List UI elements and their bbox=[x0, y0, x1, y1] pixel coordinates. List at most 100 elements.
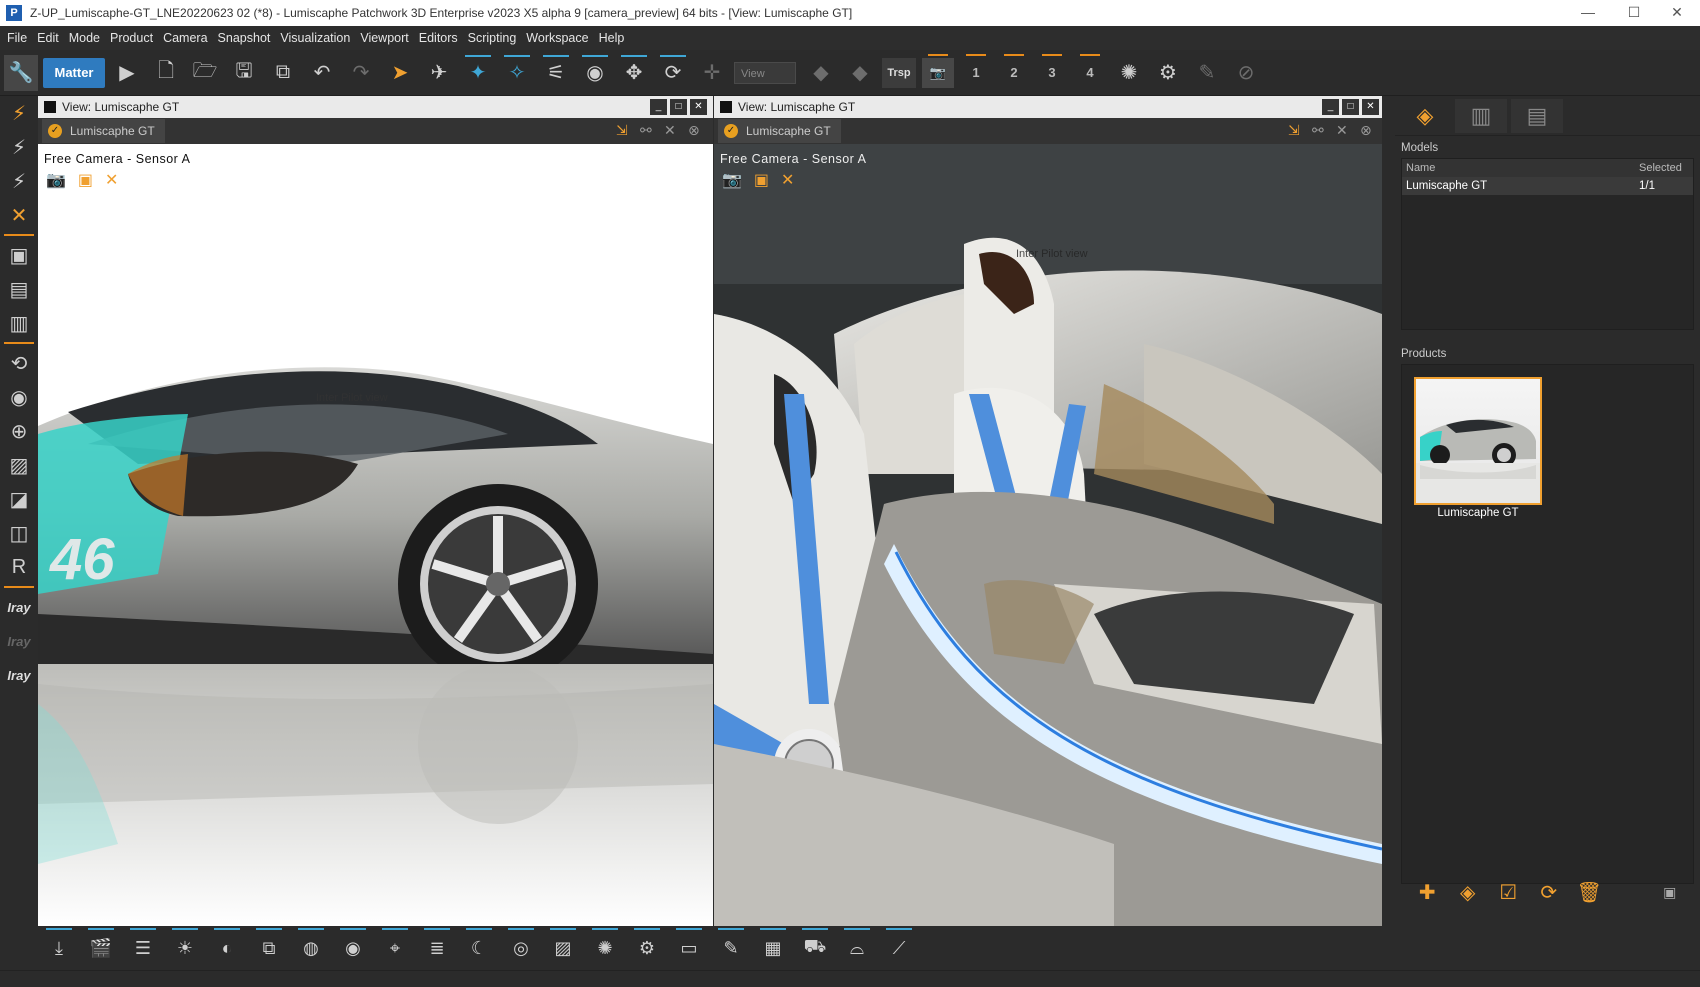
wrench-icon[interactable]: 🔧 bbox=[4, 54, 38, 91]
undo-icon[interactable]: ↶ bbox=[305, 55, 339, 91]
add-variant-icon[interactable]: ◈ bbox=[1452, 877, 1485, 907]
eye-tool-icon[interactable]: ◉ bbox=[578, 54, 612, 91]
apply-product-icon[interactable]: ☑ bbox=[1492, 877, 1525, 907]
new-file-icon[interactable]: 🗋 bbox=[149, 55, 183, 91]
shaping-tool-icon[interactable]: ✦ bbox=[461, 54, 495, 91]
menu-workspace[interactable]: Workspace bbox=[521, 31, 593, 45]
products-tab-icon[interactable]: ◈ bbox=[1399, 98, 1451, 133]
snapshot-slot-2[interactable]: 2 bbox=[998, 53, 1030, 88]
pan-tool-icon[interactable]: ✛ bbox=[695, 55, 729, 91]
box-icon[interactable]: ▣ bbox=[754, 170, 769, 190]
library-tab-icon[interactable]: ▥ bbox=[1455, 98, 1507, 133]
add-product-icon[interactable]: ✚ bbox=[1411, 877, 1444, 907]
close-tab-icon[interactable]: ⊗ bbox=[688, 122, 700, 139]
close-tab-icon[interactable]: ⊗ bbox=[1360, 122, 1372, 139]
viewport-close-button[interactable]: ✕ bbox=[690, 99, 707, 115]
camera-icon[interactable]: 📷 bbox=[46, 170, 66, 190]
catalog-tab-icon[interactable]: ▤ bbox=[1511, 98, 1563, 133]
menu-camera[interactable]: Camera bbox=[158, 31, 212, 45]
matter-mode-button[interactable]: Matter bbox=[43, 57, 105, 88]
redo-icon[interactable]: ↷ bbox=[344, 55, 378, 91]
menu-edit[interactable]: Edit bbox=[32, 31, 64, 45]
link-icon[interactable]: ⚯ bbox=[640, 122, 652, 139]
refresh-icon[interactable]: ⟳ bbox=[1533, 877, 1566, 907]
select-arrow-icon[interactable]: ➤ bbox=[383, 55, 417, 91]
menu-help[interactable]: Help bbox=[594, 31, 630, 45]
tools-cross-icon[interactable]: ✕ bbox=[781, 170, 794, 190]
no-brush-icon[interactable]: ⊘ bbox=[1229, 55, 1263, 91]
moon-icon[interactable]: ☾ bbox=[462, 928, 496, 965]
delete-icon[interactable]: 🗑 bbox=[1573, 877, 1606, 907]
globe-icon[interactable]: ◎ bbox=[504, 928, 538, 965]
diamond-left-icon[interactable]: ◆ bbox=[804, 55, 838, 91]
screen-icon[interactable]: ▭ bbox=[672, 928, 706, 965]
render-icon[interactable]: R bbox=[0, 550, 38, 584]
import-icon[interactable]: ⤓ bbox=[42, 928, 76, 965]
visibility-tool-icon[interactable]: ⚟ bbox=[539, 54, 573, 91]
menu-visualization[interactable]: Visualization bbox=[275, 31, 355, 45]
save-icon[interactable]: 🖫 bbox=[227, 55, 261, 91]
minimize-button[interactable]: — bbox=[1565, 0, 1611, 26]
shaping-tool-alt-icon[interactable]: ✧ bbox=[500, 54, 534, 91]
layers-icon[interactable]: ⧉ bbox=[252, 928, 286, 965]
aperture-icon[interactable]: ✺ bbox=[1112, 55, 1146, 91]
play-icon[interactable]: ▶ bbox=[110, 55, 144, 91]
column-name[interactable]: Name bbox=[1402, 159, 1635, 177]
maximize-button[interactable]: ☐ bbox=[1611, 0, 1657, 26]
menu-scripting[interactable]: Scripting bbox=[463, 31, 522, 45]
clapper-icon[interactable]: 🎬 bbox=[84, 928, 118, 965]
power-lightning-icon[interactable]: ⚡ bbox=[0, 96, 38, 130]
picture-icon[interactable]: ▨ bbox=[546, 928, 580, 965]
transparency-button[interactable]: Trsp bbox=[882, 57, 916, 88]
camera-rotate-icon[interactable]: ⟲ bbox=[0, 346, 38, 380]
diamond-right-icon[interactable]: ◆ bbox=[843, 55, 877, 91]
measure-pen-icon[interactable]: ✎ bbox=[714, 928, 748, 965]
list-edit-icon[interactable]: ≣ bbox=[420, 928, 454, 965]
menu-snapshot[interactable]: Snapshot bbox=[213, 31, 276, 45]
menu-file[interactable]: File bbox=[2, 31, 32, 45]
move-tool-icon[interactable]: ✥ bbox=[617, 54, 651, 91]
iray-settings-button[interactable]: Iray bbox=[0, 658, 38, 692]
brush-icon[interactable]: ✎ bbox=[1190, 55, 1224, 91]
snapshot-camera-icon[interactable]: 📷 bbox=[922, 53, 954, 88]
menu-viewport[interactable]: Viewport bbox=[355, 31, 413, 45]
image-adjust-icon[interactable]: ◪ bbox=[0, 482, 38, 516]
eye-icon[interactable]: ◉ bbox=[0, 380, 38, 414]
ruler-icon[interactable]: ▦ bbox=[756, 928, 790, 965]
column-selected[interactable]: Selected bbox=[1635, 159, 1693, 177]
vr-glasses-icon[interactable]: ⌓ bbox=[840, 928, 874, 965]
viewport-maximize-button[interactable]: □ bbox=[670, 99, 687, 115]
open-folder-icon[interactable]: 🗁 bbox=[188, 55, 222, 91]
close-button[interactable]: ✕ bbox=[1654, 0, 1700, 26]
presentation-icon[interactable]: ▤ bbox=[0, 272, 38, 306]
view-select[interactable]: View bbox=[734, 61, 796, 84]
snapshot-slot-3[interactable]: 3 bbox=[1036, 53, 1068, 88]
camera-icon[interactable]: 📷 bbox=[722, 170, 742, 190]
frame-icon[interactable]: ▣ bbox=[0, 238, 38, 272]
viewport-minimize-button[interactable]: _ bbox=[650, 99, 667, 115]
car-config-icon[interactable]: ⛟ bbox=[798, 928, 832, 965]
graph-icon[interactable]: ⟋ bbox=[882, 928, 916, 965]
tools-icon[interactable]: ✕ bbox=[664, 122, 676, 139]
shutter-settings-icon[interactable]: ⚙ bbox=[630, 928, 664, 965]
image-crop-icon[interactable]: ◫ bbox=[0, 516, 38, 550]
box-icon[interactable]: ▣ bbox=[78, 170, 93, 190]
shutter-icon[interactable]: ✺ bbox=[588, 928, 622, 965]
sliders-icon[interactable]: ☰ bbox=[126, 928, 160, 965]
environment-icon[interactable]: ◍ bbox=[294, 928, 328, 965]
menu-product[interactable]: Product bbox=[105, 31, 158, 45]
lightning-off-icon[interactable]: ✕ bbox=[0, 198, 38, 232]
viewport-right-tab[interactable]: ✓ Lumiscaphe GT bbox=[718, 119, 841, 143]
product-card[interactable]: Lumiscaphe GT bbox=[1414, 377, 1542, 519]
menu-editors[interactable]: Editors bbox=[414, 31, 463, 45]
aperture-settings-icon[interactable]: ⚙ bbox=[1151, 55, 1185, 91]
image-icon[interactable]: ▨ bbox=[0, 448, 38, 482]
lights-icon[interactable]: ◐ bbox=[210, 928, 244, 965]
iray-button[interactable]: Iray bbox=[0, 590, 38, 624]
save-as-icon[interactable]: ⧉ bbox=[266, 55, 300, 91]
location-icon[interactable]: ⌖ bbox=[378, 928, 412, 965]
rotate-tool-icon[interactable]: ⟳ bbox=[656, 54, 690, 91]
sun-icon[interactable]: ☀ bbox=[168, 928, 202, 965]
layout-icon[interactable]: ▥ bbox=[0, 306, 38, 340]
viewport-close-button[interactable]: ✕ bbox=[1362, 99, 1379, 115]
